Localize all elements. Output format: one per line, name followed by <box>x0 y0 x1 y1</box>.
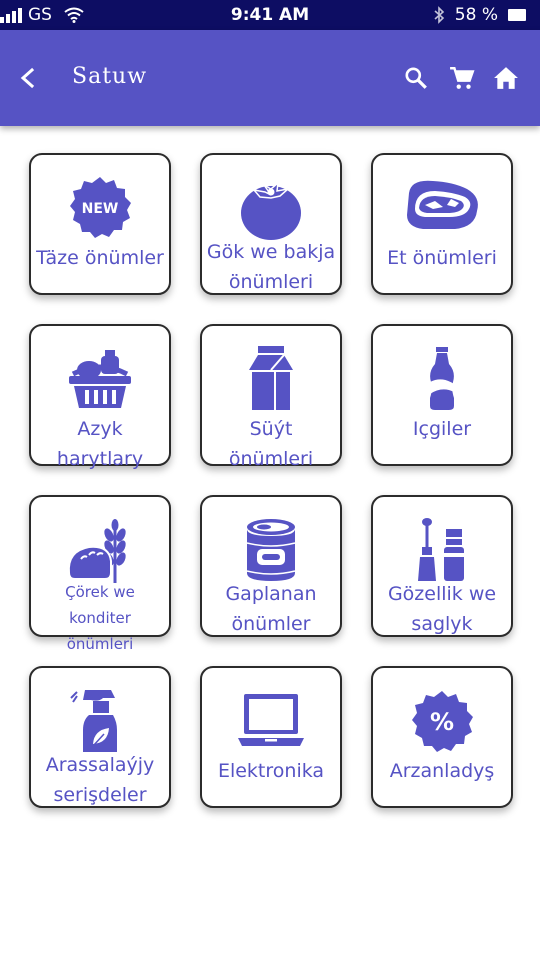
cart-icon <box>450 67 475 89</box>
milk-carton-icon <box>249 346 293 410</box>
category-tile-beauty[interactable]: Gözellik we saglyk <box>371 495 513 637</box>
battery-icon <box>508 9 526 21</box>
category-tile-drinks[interactable]: Içgiler <box>371 324 513 466</box>
new-badge-text: NEW <box>82 201 119 217</box>
spray-bottle-icon <box>70 690 117 752</box>
status-right: 58 % <box>433 0 526 30</box>
search-icon <box>405 67 427 89</box>
category-tile-dairy[interactable]: Süýt önümleri <box>200 324 342 470</box>
bluetooth-icon <box>433 6 445 24</box>
category-tile-canned[interactable]: Gaplanan önümler <box>200 495 342 637</box>
category-label: Gök we bakja önümleri <box>206 241 336 293</box>
category-label: Arzanladyş <box>389 760 495 782</box>
category-label: Çörek we konditer önümleri <box>65 583 135 653</box>
back-arrow-icon <box>20 67 35 89</box>
bread-wheat-icon <box>67 519 126 583</box>
cart-button[interactable] <box>442 58 482 98</box>
soda-bottle-icon <box>430 347 454 410</box>
home-icon <box>494 67 518 89</box>
wifi-icon <box>64 7 84 23</box>
category-label: Gözellik we saglyk <box>387 583 497 635</box>
category-label: Gaplanan önümler <box>225 583 317 635</box>
canned-food-icon <box>246 519 296 581</box>
new-badge-icon: NEW <box>70 177 131 238</box>
cosmetics-icon <box>418 518 466 581</box>
signal-icon <box>0 7 22 23</box>
category-label: Süýt önümleri <box>228 418 314 470</box>
home-button[interactable] <box>486 58 526 98</box>
app-bar: Satuw <box>0 30 540 126</box>
carrier-label: GS <box>28 5 52 25</box>
category-tile-new[interactable]: NEW Täze önümler <box>29 153 171 295</box>
battery-percent: 58 % <box>454 5 498 25</box>
category-tile-bakery[interactable]: Çörek we konditer önümleri <box>29 495 171 653</box>
category-tile-discount[interactable]: % Arzanladyş <box>371 666 513 808</box>
status-bar: GS 9:41 AM 58 % <box>0 0 540 30</box>
category-tile-meat[interactable]: Et önümleri <box>371 153 513 295</box>
tomato-icon <box>241 181 301 240</box>
category-label: Azyk harytlary <box>56 418 144 470</box>
category-tile-grocery[interactable]: Azyk harytlary <box>29 324 171 470</box>
category-label: Täze önümler <box>36 247 164 269</box>
category-tile-cleaning[interactable]: Arassalaýjy serişdeler <box>29 666 171 808</box>
category-tile-electronics[interactable]: Elektronika <box>200 666 342 808</box>
steak-icon <box>407 180 478 229</box>
discount-badge-text: % <box>430 708 454 736</box>
category-label: Elektronika <box>217 760 325 782</box>
page-title: Satuw <box>72 64 148 89</box>
category-label: Içgiler <box>412 418 472 440</box>
category-label: Et önümleri <box>387 247 497 269</box>
status-left: GS <box>0 0 84 30</box>
category-label: Arassalaýjy serişdeler <box>45 754 155 806</box>
laptop-icon <box>238 694 304 746</box>
category-tile-vegetables[interactable]: Gök we bakja önümleri <box>200 153 342 295</box>
back-button[interactable] <box>8 58 48 98</box>
search-button[interactable] <box>396 58 436 98</box>
discount-badge-icon: % <box>412 691 473 752</box>
grocery-basket-icon <box>69 350 131 408</box>
